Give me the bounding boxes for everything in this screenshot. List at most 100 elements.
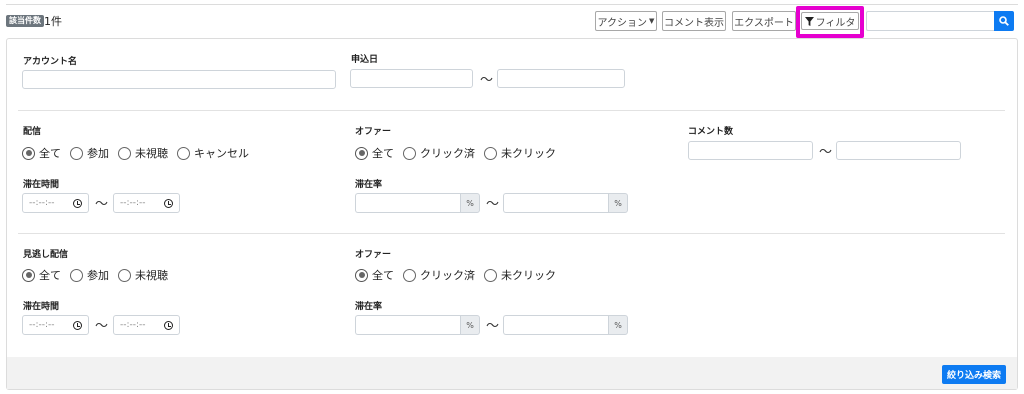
live-offer-radio-all[interactable]: 全て xyxy=(355,145,394,161)
time-placeholder: --:--:-- xyxy=(29,198,55,208)
radio-unchecked-icon xyxy=(70,268,83,282)
export-label: エクスポート xyxy=(734,17,794,29)
live-offer-radio-group: 全て クリック済 未クリック xyxy=(355,145,565,161)
time-placeholder: --:--:-- xyxy=(120,198,146,208)
range-tilde: 〜 xyxy=(480,73,494,88)
replay-stay-rate-from-input[interactable]: % xyxy=(355,315,480,335)
offer-option-label: 未クリック xyxy=(501,269,556,282)
live-radio-join[interactable]: 参加 xyxy=(70,145,109,161)
live-radio-group: 全て 参加 未視聴 キャンセル xyxy=(22,145,258,161)
replay-offer-radio-clicked[interactable]: クリック済 xyxy=(403,267,475,283)
radio-checked-icon xyxy=(22,146,35,160)
apply-date-label: 申込日 xyxy=(351,55,379,65)
offer-option-label: 全て xyxy=(372,269,394,282)
replay-stay-time-label: 滞在時間 xyxy=(23,302,60,312)
action-dropdown-button[interactable]: アクション ▼ xyxy=(595,11,657,31)
radio-unchecked-icon xyxy=(403,146,416,160)
radio-unchecked-icon xyxy=(484,146,497,160)
filter-label: フィルタ xyxy=(815,17,856,29)
range-tilde: 〜 xyxy=(95,319,109,334)
percent-addon: % xyxy=(608,315,628,335)
percent-addon: % xyxy=(460,193,480,213)
replay-radio-join[interactable]: 参加 xyxy=(70,267,109,283)
replay-radio-all[interactable]: 全て xyxy=(22,267,61,283)
replay-option-label: 参加 xyxy=(87,269,109,282)
live-stay-time-from-input[interactable]: --:--:-- xyxy=(22,193,89,213)
live-stay-rate-label: 滞在率 xyxy=(355,180,383,190)
range-tilde: 〜 xyxy=(486,319,500,334)
range-tilde: 〜 xyxy=(486,197,500,212)
replay-offer-radio-group: 全て クリック済 未クリック xyxy=(355,267,565,283)
replay-stay-time-from-input[interactable]: --:--:-- xyxy=(22,315,89,335)
live-radio-cancel[interactable]: キャンセル xyxy=(177,145,249,161)
filter-button[interactable]: フィルタ xyxy=(801,12,859,30)
replay-option-label: 未視聴 xyxy=(135,269,168,282)
apply-date-to-input[interactable] xyxy=(497,69,625,88)
replay-offer-label: オファー xyxy=(355,250,392,260)
range-tilde: 〜 xyxy=(95,197,109,212)
comment-count-label: コメント数 xyxy=(688,127,734,137)
live-option-label: 未視聴 xyxy=(135,147,168,160)
radio-unchecked-icon xyxy=(484,268,497,282)
live-radio-all[interactable]: 全て xyxy=(22,145,61,161)
replay-stay-rate-label: 滞在率 xyxy=(355,302,383,312)
clock-icon xyxy=(164,320,173,330)
offer-option-label: 未クリック xyxy=(501,147,556,160)
radio-checked-icon xyxy=(22,268,35,282)
offer-option-label: 全て xyxy=(372,147,394,160)
live-option-label: 参加 xyxy=(87,147,109,160)
radio-checked-icon xyxy=(355,268,368,282)
section-divider xyxy=(18,233,1005,234)
clock-icon xyxy=(73,320,82,330)
live-offer-radio-clicked[interactable]: クリック済 xyxy=(403,145,475,161)
comment-count-to-input[interactable] xyxy=(836,141,961,160)
filter-search-button[interactable]: 絞り込み検索 xyxy=(942,365,1006,384)
action-label: アクション xyxy=(597,17,648,29)
search-button[interactable] xyxy=(994,11,1014,31)
apply-date-from-input[interactable] xyxy=(350,69,473,88)
clock-icon xyxy=(73,198,82,208)
live-option-label: 全て xyxy=(39,147,61,160)
replay-offer-radio-all[interactable]: 全て xyxy=(355,267,394,283)
stay-rate-field[interactable] xyxy=(503,315,608,335)
search-icon xyxy=(999,16,1009,26)
live-stay-rate-to-input[interactable]: % xyxy=(503,193,628,213)
radio-unchecked-icon xyxy=(177,146,190,160)
export-button[interactable]: エクスポート xyxy=(732,11,796,31)
chevron-down-icon: ▼ xyxy=(649,17,655,25)
range-tilde: 〜 xyxy=(819,145,833,160)
radio-unchecked-icon xyxy=(403,268,416,282)
live-offer-label: オファー xyxy=(355,127,392,137)
replay-radio-unwatched[interactable]: 未視聴 xyxy=(118,267,168,283)
radio-checked-icon xyxy=(355,146,368,160)
replay-offer-radio-unclicked[interactable]: 未クリック xyxy=(484,267,556,283)
radio-unchecked-icon xyxy=(70,146,83,160)
replay-label: 見逃し配信 xyxy=(23,250,69,260)
replay-radio-group: 全て 参加 未視聴 xyxy=(22,267,177,283)
search-input[interactable] xyxy=(866,11,994,31)
clock-icon xyxy=(164,198,173,208)
filter-icon xyxy=(804,16,814,26)
time-placeholder: --:--:-- xyxy=(120,320,146,330)
percent-addon: % xyxy=(608,193,628,213)
offer-option-label: クリック済 xyxy=(420,269,475,282)
account-name-label: アカウント名 xyxy=(23,57,78,67)
live-radio-unwatched[interactable]: 未視聴 xyxy=(118,145,168,161)
stay-rate-field[interactable] xyxy=(355,193,460,213)
comment-count-from-input[interactable] xyxy=(688,141,813,160)
filter-panel-footer xyxy=(7,357,1017,389)
live-stay-rate-from-input[interactable]: % xyxy=(355,193,480,213)
account-name-input[interactable] xyxy=(22,70,336,89)
live-stay-time-to-input[interactable]: --:--:-- xyxy=(113,193,180,213)
stay-rate-field[interactable] xyxy=(355,315,460,335)
replay-option-label: 全て xyxy=(39,269,61,282)
result-count: 1件 xyxy=(44,15,62,28)
offer-option-label: クリック済 xyxy=(420,147,475,160)
replay-stay-time-to-input[interactable]: --:--:-- xyxy=(113,315,180,335)
comment-display-button[interactable]: コメント表示 xyxy=(662,11,726,31)
live-stay-time-label: 滞在時間 xyxy=(23,180,60,190)
replay-stay-rate-to-input[interactable]: % xyxy=(503,315,628,335)
stay-rate-field[interactable] xyxy=(503,193,608,213)
live-offer-radio-unclicked[interactable]: 未クリック xyxy=(484,145,556,161)
radio-unchecked-icon xyxy=(118,268,131,282)
